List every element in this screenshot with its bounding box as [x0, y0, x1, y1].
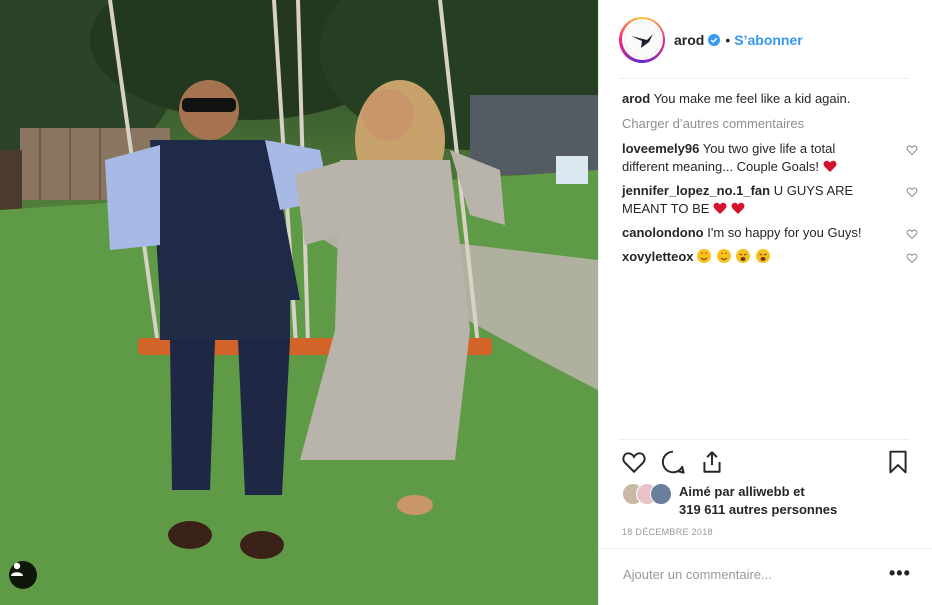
user-tag-icon[interactable]: [9, 561, 37, 589]
post-caption: arod You make me feel like a kid again.: [622, 90, 912, 108]
star-eyes-emoji-icon: [716, 249, 731, 263]
comment-username[interactable]: loveemely96: [622, 141, 699, 156]
comment-icon[interactable]: [660, 449, 686, 475]
add-comment-bar: •••: [599, 548, 932, 605]
share-icon[interactable]: [699, 449, 725, 475]
comment-item: jennifer_lopez_no.1_fan U GUYS ARE MEANT…: [622, 182, 918, 218]
comments-list: arod You make me feel like a kid again. …: [622, 90, 918, 272]
comment-item: xovyletteox: [622, 248, 918, 266]
avatar[interactable]: [619, 16, 665, 63]
comment-username[interactable]: xovyletteox: [622, 249, 694, 264]
post-date[interactable]: 18 DÉCEMBRE 2018: [622, 527, 713, 537]
star-eyes-emoji-icon: [697, 249, 712, 263]
comment-like-heart-icon[interactable]: [906, 185, 918, 198]
comment-like-heart-icon[interactable]: [906, 143, 918, 156]
heart-emoji-icon: [713, 201, 727, 216]
comment-like-heart-icon[interactable]: [906, 251, 918, 264]
likes-line-2: 319 611 autres personnes: [679, 502, 838, 517]
verified-badge-icon: [708, 33, 721, 46]
heart-emoji-icon: [731, 201, 745, 216]
bookmark-icon[interactable]: [885, 449, 911, 475]
caption-username[interactable]: arod: [622, 91, 650, 106]
red-heart-emoji-icon: [823, 159, 837, 174]
avatar: [650, 483, 672, 505]
avatar-logo-icon: [631, 33, 653, 48]
comment-item: canolondono I'm so happy for you Guys!: [622, 224, 918, 242]
separator-dot: •: [725, 31, 731, 48]
post-actions-bar: [621, 449, 913, 477]
caption-text: You make me feel like a kid again.: [653, 91, 851, 106]
photo-illustration: [0, 0, 598, 605]
comment-text: I'm so happy for you Guys!: [707, 225, 862, 240]
follow-button[interactable]: S’abonner: [734, 32, 802, 48]
likes-count: Aimé par alliwebb et 319 611 autres pers…: [679, 483, 837, 519]
liker-avatars: [622, 483, 678, 505]
tired-face-emoji-icon: [756, 249, 771, 263]
comment-username[interactable]: jennifer_lopez_no.1_fan: [622, 183, 770, 198]
comment-like-heart-icon[interactable]: [906, 227, 918, 240]
likes-summary[interactable]: Aimé par alliwebb et 319 611 autres pers…: [622, 483, 912, 519]
more-options-button[interactable]: •••: [889, 564, 911, 582]
heart-icon[interactable]: [621, 449, 647, 475]
tired-face-emoji-icon: [736, 249, 751, 263]
post-side-panel: arod • S’abonner arod You make me feel l…: [598, 0, 932, 605]
post-author[interactable]: arod: [674, 32, 704, 48]
load-more-comments-button[interactable]: Charger d’autres commentaires: [622, 115, 912, 133]
post-photo[interactable]: [0, 0, 598, 605]
actions-divider: [619, 439, 909, 440]
comment-input[interactable]: [621, 566, 875, 583]
post-header: arod • S’abonner: [599, 0, 932, 79]
likes-line-1: Aimé par alliwebb et: [679, 484, 805, 499]
comment-item: loveemely96 You two give life a total di…: [622, 140, 918, 176]
comment-username[interactable]: canolondono: [622, 225, 704, 240]
